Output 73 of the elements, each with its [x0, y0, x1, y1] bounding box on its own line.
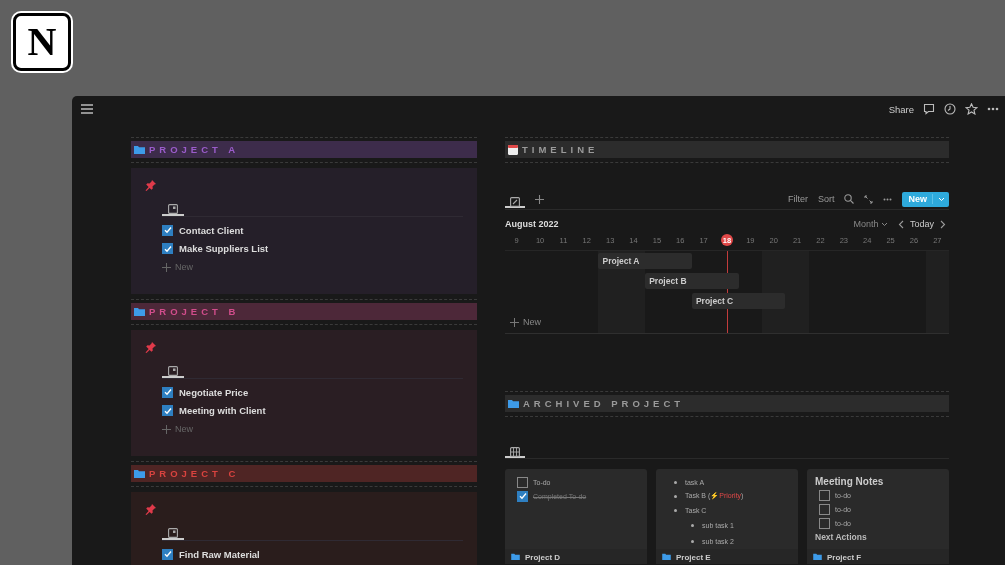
task-label: Meeting with Client — [179, 405, 266, 417]
caret-icon — [880, 222, 888, 227]
folder-icon — [813, 553, 822, 560]
card-title: Project E — [676, 553, 711, 562]
board-view-icon[interactable] — [510, 446, 520, 457]
calendar-icon — [508, 144, 518, 155]
new-item-button[interactable]: New — [510, 313, 541, 331]
plus-icon — [510, 317, 519, 327]
more-icon[interactable] — [883, 197, 893, 201]
task-label: Find Raw Material — [179, 548, 260, 560]
plus-icon[interactable] — [535, 194, 544, 204]
timeline-bar[interactable]: Project B — [645, 273, 739, 289]
bullet-icon — [691, 539, 694, 543]
folder-icon — [508, 399, 519, 408]
bullet-icon — [674, 480, 677, 484]
checkbox[interactable] — [162, 386, 173, 398]
plus-icon — [162, 262, 171, 272]
checkbox[interactable] — [517, 490, 528, 502]
logo: N — [13, 13, 71, 71]
checkbox[interactable] — [162, 224, 173, 236]
checkbox[interactable] — [517, 476, 528, 488]
timeline-view-icon[interactable] — [510, 197, 520, 207]
share-button[interactable]: Share — [888, 103, 914, 115]
plus-icon — [162, 424, 171, 434]
document-view-icon[interactable] — [168, 528, 178, 538]
document-view-icon[interactable] — [168, 366, 178, 376]
section-title: TIMELINE — [522, 144, 599, 155]
timeline-bar[interactable]: Project C — [691, 293, 786, 309]
checkbox[interactable] — [819, 517, 830, 529]
more-icon[interactable] — [987, 107, 999, 111]
search-icon[interactable] — [844, 194, 855, 204]
clock-icon[interactable] — [944, 103, 956, 115]
timeline-bar[interactable]: Project A — [598, 253, 692, 269]
section-title: PROJECT C — [149, 468, 240, 479]
task-label: Contact Client — [179, 224, 244, 236]
section-title: ARCHIVED PROJECT — [523, 398, 685, 409]
pushpin-icon — [145, 503, 157, 515]
month-label: August 2022 — [505, 219, 559, 229]
folder-icon — [662, 553, 671, 560]
document-view-icon[interactable] — [168, 204, 178, 214]
folder-icon — [511, 553, 520, 560]
toolbar-button[interactable]: Filter — [787, 194, 808, 204]
folder-icon — [134, 469, 145, 478]
checkbox[interactable] — [162, 243, 173, 255]
notes-subheading: Next Actions — [815, 532, 868, 542]
pushpin-icon — [145, 179, 157, 191]
today-button[interactable]: Today — [909, 219, 934, 229]
bullet-icon — [691, 524, 694, 528]
checkbox[interactable] — [819, 503, 830, 515]
scale-dropdown[interactable]: Month — [853, 219, 888, 229]
bullet-icon — [674, 509, 677, 513]
card-title: Project F — [827, 553, 862, 562]
pushpin-icon — [145, 341, 157, 353]
chevron-right-icon[interactable] — [940, 219, 946, 229]
menu-icon[interactable] — [81, 104, 93, 114]
section-title: PROJECT A — [149, 144, 240, 155]
notes-heading: Meeting Notes — [815, 476, 885, 487]
bullet-icon — [674, 494, 677, 498]
star-icon[interactable] — [965, 103, 978, 115]
section-title: PROJECT B — [149, 306, 240, 317]
folder-icon — [134, 307, 145, 316]
expand-icon[interactable] — [864, 194, 874, 204]
comment-icon[interactable] — [923, 103, 935, 115]
caret-icon — [938, 196, 945, 202]
checkbox[interactable] — [819, 489, 830, 501]
checkbox[interactable] — [162, 548, 173, 560]
folder-icon — [134, 145, 145, 154]
checkbox[interactable] — [162, 405, 173, 417]
toolbar-button[interactable]: Sort — [817, 194, 835, 204]
chevron-left-icon[interactable] — [897, 219, 904, 229]
task-label: Make Suppliers List — [179, 243, 269, 255]
card-title: Project D — [525, 553, 561, 562]
task-label: Negotiate Price — [179, 386, 249, 398]
